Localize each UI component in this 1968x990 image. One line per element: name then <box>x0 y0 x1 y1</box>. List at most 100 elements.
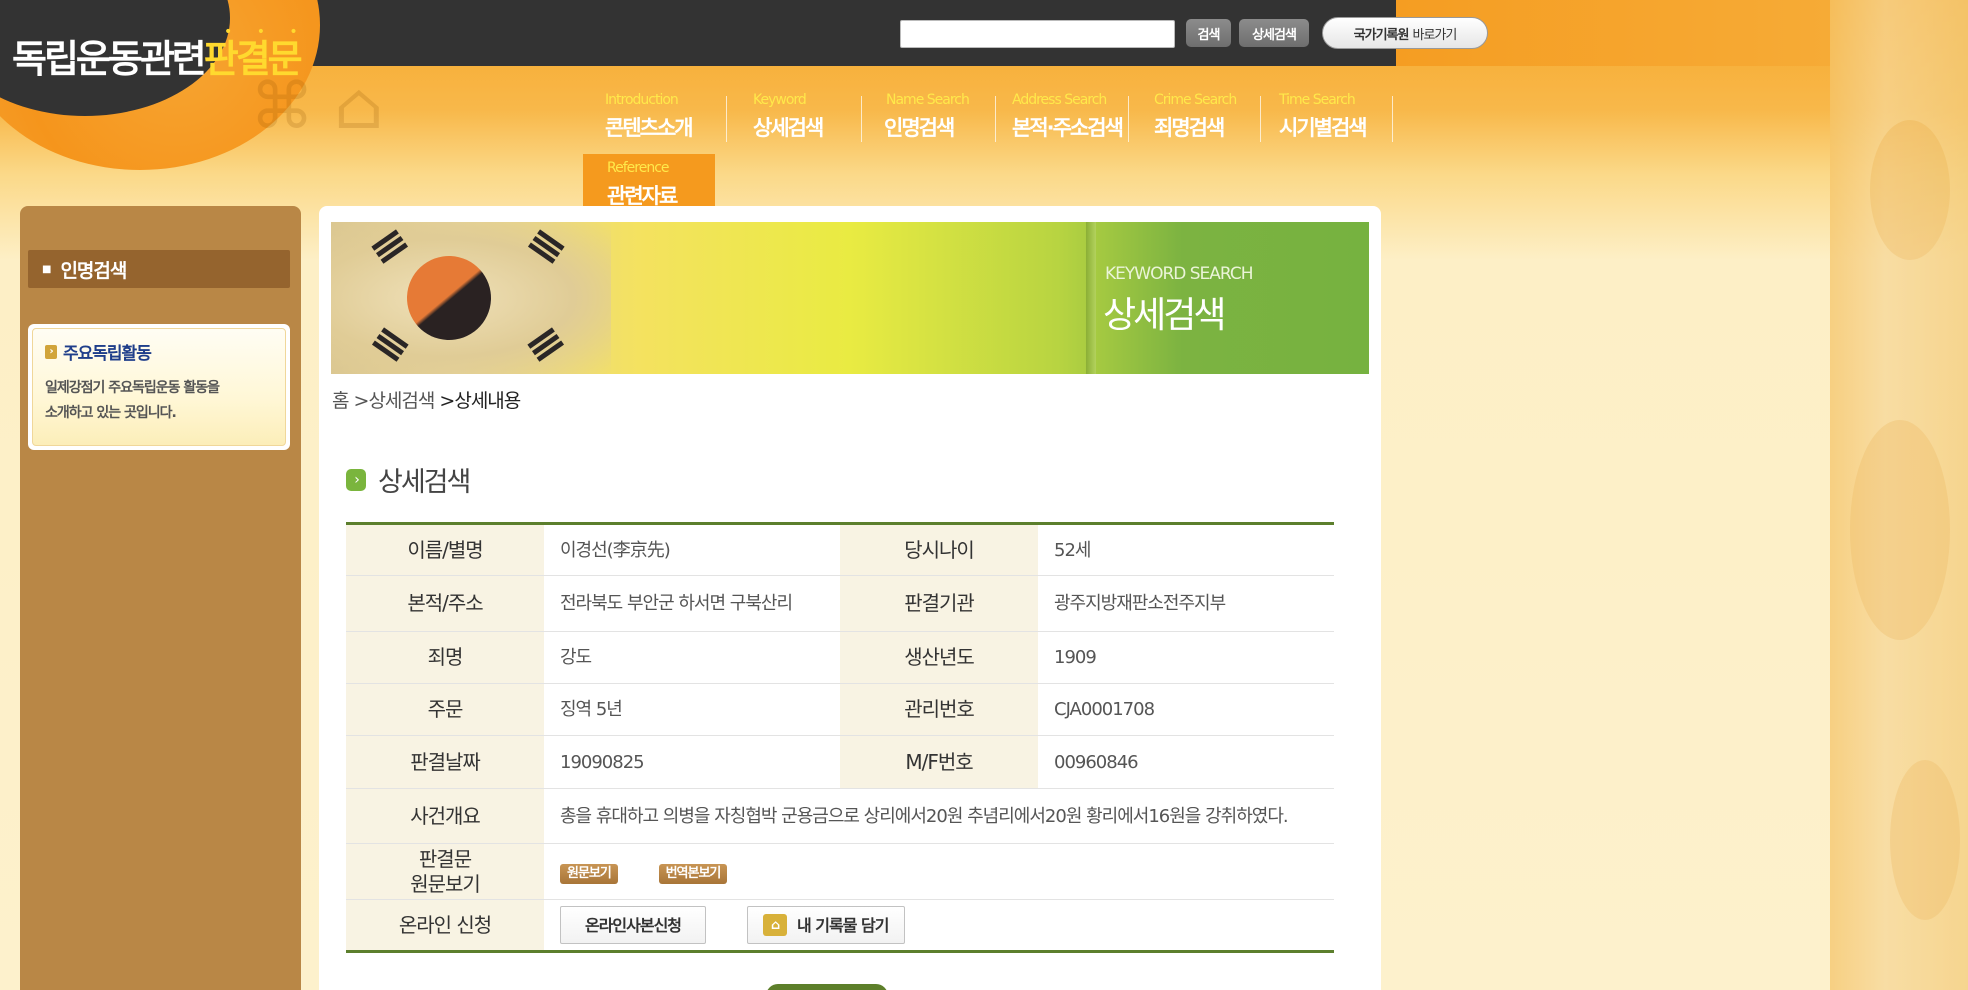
crime-label: 죄명 <box>346 631 544 684</box>
table-row: 본적/주소 전라북도 부안군 하서면 구북산리 판결기관 광주지방재판소전주지부 <box>346 575 1334 632</box>
chevron-right-icon: › <box>346 468 366 491</box>
detail-search-button[interactable]: 상세검색 <box>1239 19 1309 47</box>
mf-number-label: M/F번호 <box>840 735 1038 789</box>
flag-image <box>331 222 611 374</box>
nav-keyword[interactable]: Keyword 상세검색 <box>753 92 824 147</box>
nav-separator <box>1260 96 1261 142</box>
banner-divider <box>1086 222 1096 374</box>
list-button-partial[interactable] <box>766 984 888 990</box>
nav-en-label: Name Search <box>886 92 970 108</box>
nav-separator <box>995 96 996 142</box>
banner-en-title: KEYWORD SEARCH <box>1105 264 1254 284</box>
table-row: 판결날짜 19090825 M/F번호 00960846 <box>346 735 1334 789</box>
archive-button-light: 바로가기 <box>1412 27 1457 43</box>
add-to-my-records-button[interactable]: ⌂ 내 기록물 담기 <box>746 906 905 944</box>
nav-en-label: Reference <box>607 160 670 176</box>
court-label: 판결기관 <box>840 575 1038 632</box>
basket-icon: ⌂ <box>763 914 787 936</box>
nav-en-label: Introduction <box>605 92 679 108</box>
section-title-text: 상세검색 <box>378 467 471 498</box>
arrow-icon: › <box>45 344 57 359</box>
side-box-description: 일제강점기 주요독립운동 활동을 소개하고 있는 곳입니다. <box>45 376 273 426</box>
table-row: 주문 징역 5년 관리번호 CJA0001708 <box>346 683 1334 736</box>
bullet-icon: ■ <box>42 263 52 275</box>
breadcrumb-level1[interactable]: >상세검색 <box>354 390 436 412</box>
my-records-label: 내 기록물 담기 <box>797 915 889 935</box>
case-summary-label: 사건개요 <box>346 788 544 844</box>
nav-en-label: Keyword <box>753 92 807 108</box>
age-label: 당시나이 <box>840 523 1038 576</box>
breadcrumb-home[interactable]: 홈 <box>332 390 350 412</box>
nav-separator <box>726 96 727 142</box>
sentence-label: 주문 <box>346 683 544 736</box>
table-row: 죄명 강도 생산년도 1909 <box>346 631 1334 684</box>
year-label: 생산년도 <box>840 631 1038 684</box>
nav-ko-label: 본적·주소검색 <box>1012 116 1124 140</box>
crime-value: 강도 <box>544 631 840 684</box>
court-value: 광주지방재판소전주지부 <box>1038 575 1334 632</box>
nav-ko-label: 상세검색 <box>753 116 824 140</box>
name-label: 이름/별명 <box>346 523 544 576</box>
nav-en-label: Crime Search <box>1154 92 1237 108</box>
sidebar-item-label: 인명검색 <box>60 259 127 282</box>
nav-en-label: Address Search <box>1012 92 1107 108</box>
nav-en-label: Time Search <box>1279 92 1356 108</box>
sidebar-item-name-search[interactable]: ■ 인명검색 <box>28 250 290 288</box>
management-number-value: CJA0001708 <box>1038 683 1334 736</box>
case-summary-value: 총을 휴대하고 의병을 자칭협박 군용금으로 상리에서20원 추념리에서20원 … <box>544 788 1334 844</box>
original-document-cell: 원문보기 번역본보기 <box>544 843 1334 900</box>
trigram-mark <box>371 229 409 264</box>
original-document-label: 판결문 원문보기 <box>346 843 544 900</box>
online-request-label: 온라인 신청 <box>346 899 544 952</box>
nav-name-search[interactable]: Name Search 인명검색 <box>884 92 970 147</box>
nav-ko-label: 콘텐츠소개 <box>605 116 694 140</box>
logo-main-text: 독립운동관련 <box>12 37 207 81</box>
view-original-button[interactable]: 원문보기 <box>560 863 618 884</box>
taegeuk-symbol <box>395 244 503 352</box>
judgment-date-value: 19090825 <box>544 735 840 789</box>
logo-accent-text: 판결문 <box>203 37 303 81</box>
major-activities-box[interactable]: › 주요독립활동 일제강점기 주요독립운동 활동을 소개하고 있는 곳입니다. <box>28 324 290 450</box>
nav-ko-label: 시기별검색 <box>1279 116 1368 140</box>
side-box-desc-line: 소개하고 있는 곳입니다. <box>45 405 177 421</box>
nav-separator <box>861 96 862 142</box>
view-translation-button[interactable]: 번역본보기 <box>658 863 728 884</box>
page-banner: KEYWORD SEARCH 상세검색 <box>331 222 1369 374</box>
sentence-value: 징역 5년 <box>544 683 840 736</box>
table-row: 판결문 원문보기 원문보기 번역본보기 <box>346 843 1334 900</box>
logo-dots: • • • <box>224 24 308 40</box>
address-value: 전라북도 부안군 하서면 구북산리 <box>544 575 840 632</box>
side-box-desc-line: 일제강점기 주요독립운동 활동을 <box>45 380 220 396</box>
top-search-input[interactable] <box>900 20 1175 48</box>
nav-separator <box>1128 96 1129 142</box>
breadcrumb-current: >상세내용 <box>439 390 521 412</box>
original-label-line: 원문보기 <box>410 871 481 896</box>
side-box-title: 주요독립활동 <box>63 344 152 364</box>
year-value: 1909 <box>1038 631 1334 684</box>
breadcrumb: 홈 >상세검색 >상세내용 <box>332 386 521 413</box>
nav-ko-label: 죄명검색 <box>1154 116 1225 140</box>
nav-time-search[interactable]: Time Search 시기별검색 <box>1279 92 1368 147</box>
trigram-mark <box>527 229 565 264</box>
original-label-line: 판결문 <box>418 846 472 871</box>
nav-reference[interactable]: Reference 관련자료 <box>583 154 715 208</box>
trigram-mark <box>371 327 409 362</box>
table-row: 이름/별명 이경선(李京先) 당시나이 52세 <box>346 523 1334 576</box>
nav-introduction[interactable]: Introduction 콘텐츠소개 <box>605 92 694 147</box>
judgment-date-label: 판결날짜 <box>346 735 544 789</box>
trigram-mark <box>527 327 565 362</box>
mf-number-value: 00960846 <box>1038 735 1334 789</box>
section-title: › 상세검색 <box>346 460 471 499</box>
detail-table: 이름/별명 이경선(李京先) 당시나이 52세 본적/주소 전라북도 부안군 하… <box>346 522 1334 953</box>
table-row: 온라인 신청 온라인사본신청 ⌂ 내 기록물 담기 <box>346 899 1334 952</box>
nav-ko-label: 인명검색 <box>884 116 955 140</box>
archive-button-bold: 국가기록원 <box>1353 27 1410 43</box>
sidebar: ■ 인명검색 › 주요독립활동 일제강점기 주요독립운동 활동을 소개하고 있는… <box>20 206 301 990</box>
online-copy-request-button[interactable]: 온라인사본신청 <box>560 906 706 944</box>
search-button[interactable]: 검색 <box>1186 19 1231 47</box>
name-value: 이경선(李京先) <box>544 523 840 576</box>
table-row: 사건개요 총을 휴대하고 의병을 자칭협박 군용금으로 상리에서20원 추념리에… <box>346 788 1334 844</box>
nav-address-search[interactable]: Address Search 본적·주소검색 <box>1012 92 1124 147</box>
national-archives-button[interactable]: 국가기록원 바로가기 <box>1322 17 1488 49</box>
nav-crime-search[interactable]: Crime Search 죄명검색 <box>1154 92 1237 147</box>
